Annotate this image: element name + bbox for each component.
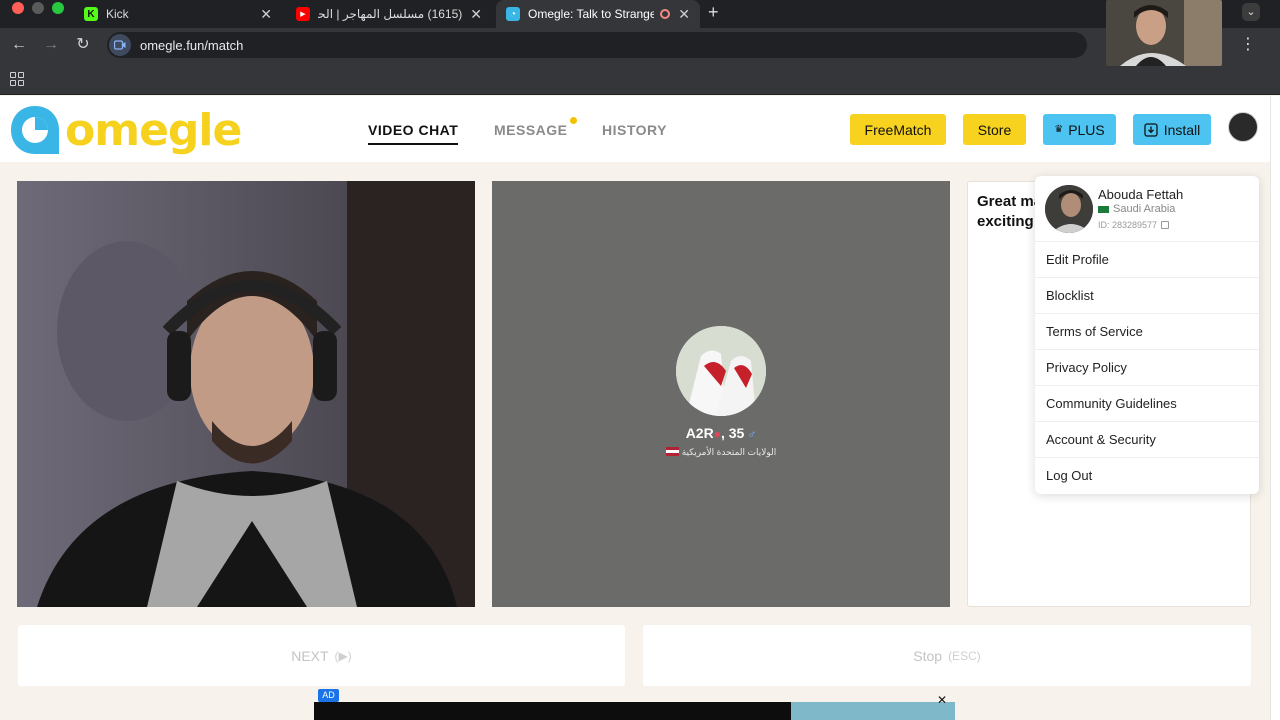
download-icon xyxy=(1144,122,1158,137)
close-tab-icon[interactable]: ✕ xyxy=(260,6,272,23)
store-button[interactable]: Store xyxy=(963,114,1026,145)
browser-menu-icon[interactable]: ⋮ xyxy=(1240,34,1256,54)
menu-item-label: Community Guidelines xyxy=(1046,396,1177,411)
close-tab-icon[interactable]: ✕ xyxy=(470,6,482,23)
browser-tab-strip: K Kick ✕ ▶ (1615) مسلسل المهاجر | الحلقة… xyxy=(0,0,1280,28)
ad-close-icon[interactable]: ✕ xyxy=(936,694,948,706)
nav-video-chat[interactable]: VIDEO CHAT xyxy=(368,122,459,145)
freematch-button[interactable]: FreeMatch xyxy=(850,114,946,145)
nav-label: VIDEO CHAT xyxy=(368,122,459,138)
remote-username: A2R xyxy=(685,425,714,441)
active-tab-underline xyxy=(368,143,459,145)
url-text: omegle.fun/match xyxy=(140,37,244,53)
recording-icon xyxy=(660,9,671,19)
menu-item-label: Blocklist xyxy=(1046,288,1094,303)
saudi-flag-icon xyxy=(1098,205,1109,213)
site-header: omegle VIDEO CHAT MESSAGE HISTORY FreeMa… xyxy=(0,96,1270,162)
plus-button[interactable]: ♛ PLUS xyxy=(1043,114,1116,145)
nav-label: HISTORY xyxy=(602,122,667,138)
minimize-window-button[interactable] xyxy=(32,2,44,14)
apps-grid-icon[interactable] xyxy=(10,72,24,86)
menu-item-log-out[interactable]: Log Out xyxy=(1035,457,1259,493)
reload-icon[interactable]: ↻ xyxy=(72,34,94,56)
close-tab-icon[interactable]: ✕ xyxy=(678,6,690,23)
next-shortcut-hint: (▶) xyxy=(334,648,352,663)
streamer-webcam-overlay xyxy=(1106,0,1222,66)
us-flag-icon xyxy=(665,447,679,456)
browser-tab-kick[interactable]: K Kick ✕ xyxy=(74,0,282,28)
remote-user-avatar xyxy=(676,326,766,416)
heart-badge-icon: ● xyxy=(713,427,721,441)
profile-name: Abouda Fettah xyxy=(1098,187,1184,202)
remote-video-pane: A2R●, 35 ♂ الولايات المتحدة الأمريكية xyxy=(492,181,950,607)
menu-item-label: Terms of Service xyxy=(1046,324,1143,339)
unread-dot-icon xyxy=(569,117,577,124)
browser-tab-youtube[interactable]: ▶ (1615) مسلسل المهاجر | الحلقة 5 ✕ xyxy=(286,0,492,28)
tab-title: Kick xyxy=(106,7,129,21)
logo-wordmark: omegle xyxy=(65,104,242,156)
stop-shortcut-hint: (ESC) xyxy=(948,648,981,663)
menu-item-label: Privacy Policy xyxy=(1046,360,1127,375)
youtube-favicon-icon: ▶ xyxy=(296,7,310,21)
local-video-feed xyxy=(17,181,475,607)
store-label: Store xyxy=(977,121,1012,138)
next-label: NEXT xyxy=(291,647,329,664)
site-info-icon[interactable] xyxy=(109,34,131,56)
remote-age: 35 xyxy=(728,425,745,441)
plus-label: PLUS xyxy=(1068,121,1105,138)
back-arrow-icon[interactable]: ← xyxy=(8,34,30,56)
omegle-favicon-icon: ◔ xyxy=(506,7,520,21)
kick-favicon-icon: K xyxy=(84,7,98,21)
remote-country-label: الولايات المتحدة الأمريكية xyxy=(681,447,777,457)
menu-item-blocklist[interactable]: Blocklist xyxy=(1035,277,1259,313)
menu-item-terms-of-service[interactable]: Terms of Service xyxy=(1035,313,1259,349)
remote-user-country: الولايات المتحدة الأمريكية xyxy=(492,447,950,458)
tab-title: (1615) مسلسل المهاجر | الحلقة 5 xyxy=(318,7,463,21)
ad-image[interactable] xyxy=(791,702,955,720)
profile-id: ID: 283289577 xyxy=(1098,220,1170,230)
nav-message[interactable]: MESSAGE xyxy=(494,117,577,138)
close-window-button[interactable] xyxy=(12,2,24,14)
profile-country: Saudi Arabia xyxy=(1098,203,1175,215)
menu-item-edit-profile[interactable]: Edit Profile xyxy=(1035,241,1259,277)
ad-badge: AD xyxy=(318,689,339,702)
copy-icon[interactable] xyxy=(1161,221,1170,229)
freematch-label: FreeMatch xyxy=(864,121,932,138)
profile-avatar-button[interactable] xyxy=(1228,112,1258,142)
tab-search-icon[interactable]: ⌄ xyxy=(1242,3,1260,21)
menu-item-account-security[interactable]: Account & Security xyxy=(1035,421,1259,457)
maximize-window-button[interactable] xyxy=(52,2,64,14)
remote-user-name: A2R●, 35 ♂ xyxy=(685,425,757,441)
page-scrollbar[interactable] xyxy=(1270,96,1280,720)
next-button[interactable]: NEXT (▶) xyxy=(18,625,625,686)
profile-avatar xyxy=(1045,185,1093,233)
omegle-logo[interactable]: omegle xyxy=(9,104,242,156)
menu-item-label: Account & Security xyxy=(1046,432,1156,447)
new-tab-button[interactable]: + xyxy=(708,2,719,23)
profile-country-label: Saudi Arabia xyxy=(1113,203,1176,215)
stop-label: Stop xyxy=(913,647,943,664)
browser-toolbar: ← → ↻ omegle.fun/match ⋮ xyxy=(0,28,1280,62)
tab-title: Omegle: Talk to Strangers xyxy=(528,7,655,21)
menu-item-label: Log Out xyxy=(1046,468,1093,483)
menu-item-label: Edit Profile xyxy=(1046,252,1109,267)
profile-id-label: ID: 283289577 xyxy=(1098,220,1158,230)
menu-item-privacy-policy[interactable]: Privacy Policy xyxy=(1035,349,1259,385)
stop-button[interactable]: Stop (ESC) xyxy=(643,625,1251,686)
address-bar[interactable]: omegle.fun/match xyxy=(107,32,1087,58)
menu-item-community-guidelines[interactable]: Community Guidelines xyxy=(1035,385,1259,421)
bookmarks-bar xyxy=(0,62,1280,95)
male-gender-icon: ♂ xyxy=(747,427,757,441)
install-button[interactable]: Install xyxy=(1133,114,1211,145)
nav-history[interactable]: HISTORY xyxy=(602,122,667,138)
omegle-logo-icon xyxy=(11,106,59,154)
crown-icon: ♛ xyxy=(1054,124,1064,135)
profile-dropdown-menu: Abouda Fettah Saudi Arabia ID: 283289577… xyxy=(1035,176,1259,494)
forward-arrow-icon[interactable]: → xyxy=(40,34,62,56)
nav-label: MESSAGE xyxy=(494,122,568,138)
install-label: Install xyxy=(1163,121,1201,138)
browser-tab-omegle[interactable]: ◔ Omegle: Talk to Strangers ✕ xyxy=(496,0,700,28)
